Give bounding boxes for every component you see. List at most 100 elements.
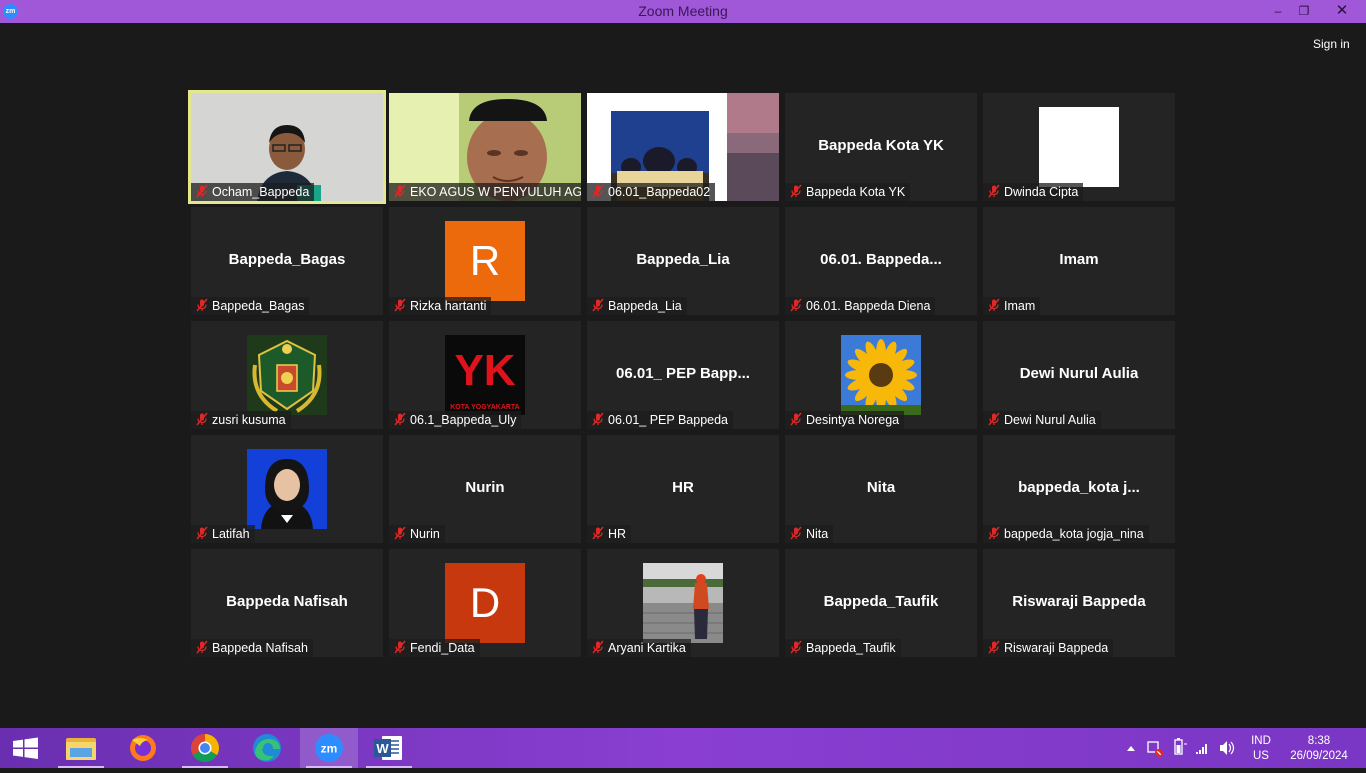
- participant-name: Latifah: [212, 527, 250, 541]
- participant-nameplate: Ocham_Bappeda: [191, 183, 315, 201]
- initial-avatar: R: [445, 221, 525, 301]
- zoom-taskbar-button[interactable]: zm: [300, 728, 358, 768]
- participant-tile[interactable]: Bappeda_Bagas Bappeda_Bagas: [191, 207, 383, 315]
- firefox-taskbar-button[interactable]: [114, 728, 172, 768]
- initial-avatar: D: [445, 563, 525, 643]
- participant-tile[interactable]: 06.01_Bappeda02: [587, 93, 779, 201]
- chrome-taskbar-button[interactable]: [176, 728, 234, 768]
- participant-tile[interactable]: D Fendi_Data: [389, 549, 581, 657]
- muted-mic-icon: [394, 526, 406, 540]
- participant-tile[interactable]: 06.01. Bappeda... 06.01. Bappeda Diena: [785, 207, 977, 315]
- system-tray: [1127, 738, 1235, 757]
- participant-display-name: Bappeda Kota YK: [818, 137, 944, 154]
- participant-name: EKO AGUS W PENYULUH AGA...: [410, 185, 581, 199]
- participant-nameplate: Nita: [785, 525, 834, 543]
- participant-name: Bappeda Nafisah: [212, 641, 308, 655]
- participant-nameplate: 06.01_Bappeda02: [587, 183, 716, 201]
- muted-mic-icon: [394, 412, 406, 426]
- muted-mic-icon: [196, 526, 208, 540]
- participant-tile[interactable]: YK KOTA YOGYAKARTA 06.1_Bappeda_Uly: [389, 321, 581, 429]
- muted-mic-icon: [592, 298, 604, 312]
- input-language[interactable]: IND US: [1246, 734, 1276, 764]
- file-explorer-taskbar-button[interactable]: [52, 728, 110, 768]
- muted-mic-icon: [988, 526, 1000, 540]
- participant-display-name: bappeda_kota j...: [1018, 479, 1140, 496]
- participant-display-name: Bappeda_Lia: [636, 251, 730, 268]
- participant-tile[interactable]: EKO AGUS W PENYULUH AGA...: [389, 93, 581, 201]
- word-icon-label: W: [376, 741, 389, 756]
- participant-name: Ocham_Bappeda: [212, 185, 310, 199]
- participant-tile[interactable]: Bappeda Kota YK Bappeda Kota YK: [785, 93, 977, 201]
- muted-mic-icon: [394, 640, 406, 654]
- participant-tile[interactable]: Desintya Norega: [785, 321, 977, 429]
- participant-name: Nita: [806, 527, 829, 541]
- profile-picture: [1039, 107, 1119, 187]
- participant-name: HR: [608, 527, 627, 541]
- muted-mic-icon: [592, 526, 604, 540]
- edge-taskbar-button[interactable]: [238, 728, 296, 768]
- participant-tile[interactable]: Bappeda_Taufik Bappeda_Taufik: [785, 549, 977, 657]
- participant-name: Bappeda_Bagas: [212, 299, 305, 313]
- participant-tile[interactable]: Nita Nita: [785, 435, 977, 543]
- participant-name: 06.1_Bappeda_Uly: [410, 413, 517, 427]
- participant-name: Bappeda_Taufik: [806, 641, 896, 655]
- participant-nameplate: 06.01. Bappeda Diena: [785, 297, 936, 315]
- participant-nameplate: HR: [587, 525, 632, 543]
- participant-tile[interactable]: Dwinda Cipta: [983, 93, 1175, 201]
- show-hidden-icons-icon[interactable]: [1127, 746, 1135, 751]
- participant-tile[interactable]: Ocham_Bappeda: [191, 93, 383, 201]
- participant-nameplate: Aryani Kartika: [587, 639, 691, 657]
- participant-nameplate: bappeda_kota jogja_nina: [983, 525, 1149, 543]
- participant-tile[interactable]: Nurin Nurin: [389, 435, 581, 543]
- participant-name: Bappeda Kota YK: [806, 185, 906, 199]
- participant-nameplate: Bappeda Nafisah: [191, 639, 313, 657]
- restore-button[interactable]: ❐: [1291, 0, 1317, 23]
- windows-logo-icon: [13, 737, 38, 759]
- participant-name: Imam: [1004, 299, 1036, 313]
- muted-mic-icon: [196, 298, 208, 312]
- participant-tile[interactable]: zusri kusuma: [191, 321, 383, 429]
- logo-subtext: KOTA YOGYAKARTA: [450, 404, 520, 411]
- clock-date: 26/09/2024: [1290, 750, 1348, 762]
- clock-time: 8:38: [1307, 735, 1331, 747]
- participant-display-name: 06.01_ PEP Bapp...: [616, 365, 750, 382]
- participant-tile[interactable]: 06.01_ PEP Bapp... 06.01_ PEP Bappeda: [587, 321, 779, 429]
- sunflower-profile-picture: [841, 335, 921, 415]
- firefox-icon: [130, 735, 156, 761]
- battery-icon[interactable]: [1174, 738, 1187, 755]
- taskbar-clock[interactable]: 8:38 26/09/2024: [1280, 734, 1358, 764]
- participant-tile[interactable]: R Rizka hartanti: [389, 207, 581, 315]
- minimize-button[interactable]: –: [1265, 0, 1291, 23]
- participant-nameplate: Nurin: [389, 525, 445, 543]
- emblem-profile-picture: [247, 335, 327, 415]
- start-button[interactable]: [0, 728, 58, 768]
- participant-name: 06.01_ PEP Bappeda: [608, 413, 729, 427]
- participant-tile[interactable]: Bappeda Nafisah Bappeda Nafisah: [191, 549, 383, 657]
- word-icon: W: [374, 736, 402, 760]
- participant-nameplate: Bappeda Kota YK: [785, 183, 911, 201]
- volume-icon[interactable]: [1220, 741, 1235, 755]
- participant-name: Dwinda Cipta: [1004, 185, 1079, 199]
- muted-mic-icon: [394, 184, 406, 198]
- participant-tile[interactable]: bappeda_kota j... bappeda_kota jogja_nina: [983, 435, 1175, 543]
- participant-name: bappeda_kota jogja_nina: [1004, 527, 1144, 541]
- muted-mic-icon: [592, 184, 604, 198]
- word-taskbar-button[interactable]: W: [360, 728, 418, 768]
- participant-tile[interactable]: HR HR: [587, 435, 779, 543]
- close-button[interactable]: ✕: [1329, 0, 1355, 23]
- signal-icon[interactable]: [1196, 744, 1207, 754]
- participant-nameplate: Dwinda Cipta: [983, 183, 1084, 201]
- portrait-profile-picture: [247, 449, 327, 529]
- participant-tile[interactable]: Imam Imam: [983, 207, 1175, 315]
- muted-mic-icon: [790, 298, 802, 312]
- participant-tile[interactable]: Riswaraji Bappeda Riswaraji Bappeda: [983, 549, 1175, 657]
- participant-nameplate: Desintya Norega: [785, 411, 905, 429]
- participant-tile[interactable]: Latifah: [191, 435, 383, 543]
- participant-tile[interactable]: Bappeda_Lia Bappeda_Lia: [587, 207, 779, 315]
- muted-mic-icon: [790, 184, 802, 198]
- sign-in-button[interactable]: Sign in: [1308, 34, 1355, 54]
- participant-display-name: Dewi Nurul Aulia: [1019, 365, 1139, 382]
- network-error-icon[interactable]: [1147, 741, 1163, 757]
- participant-tile[interactable]: Dewi Nurul Aulia Dewi Nurul Aulia: [983, 321, 1175, 429]
- participant-tile[interactable]: Aryani Kartika: [587, 549, 779, 657]
